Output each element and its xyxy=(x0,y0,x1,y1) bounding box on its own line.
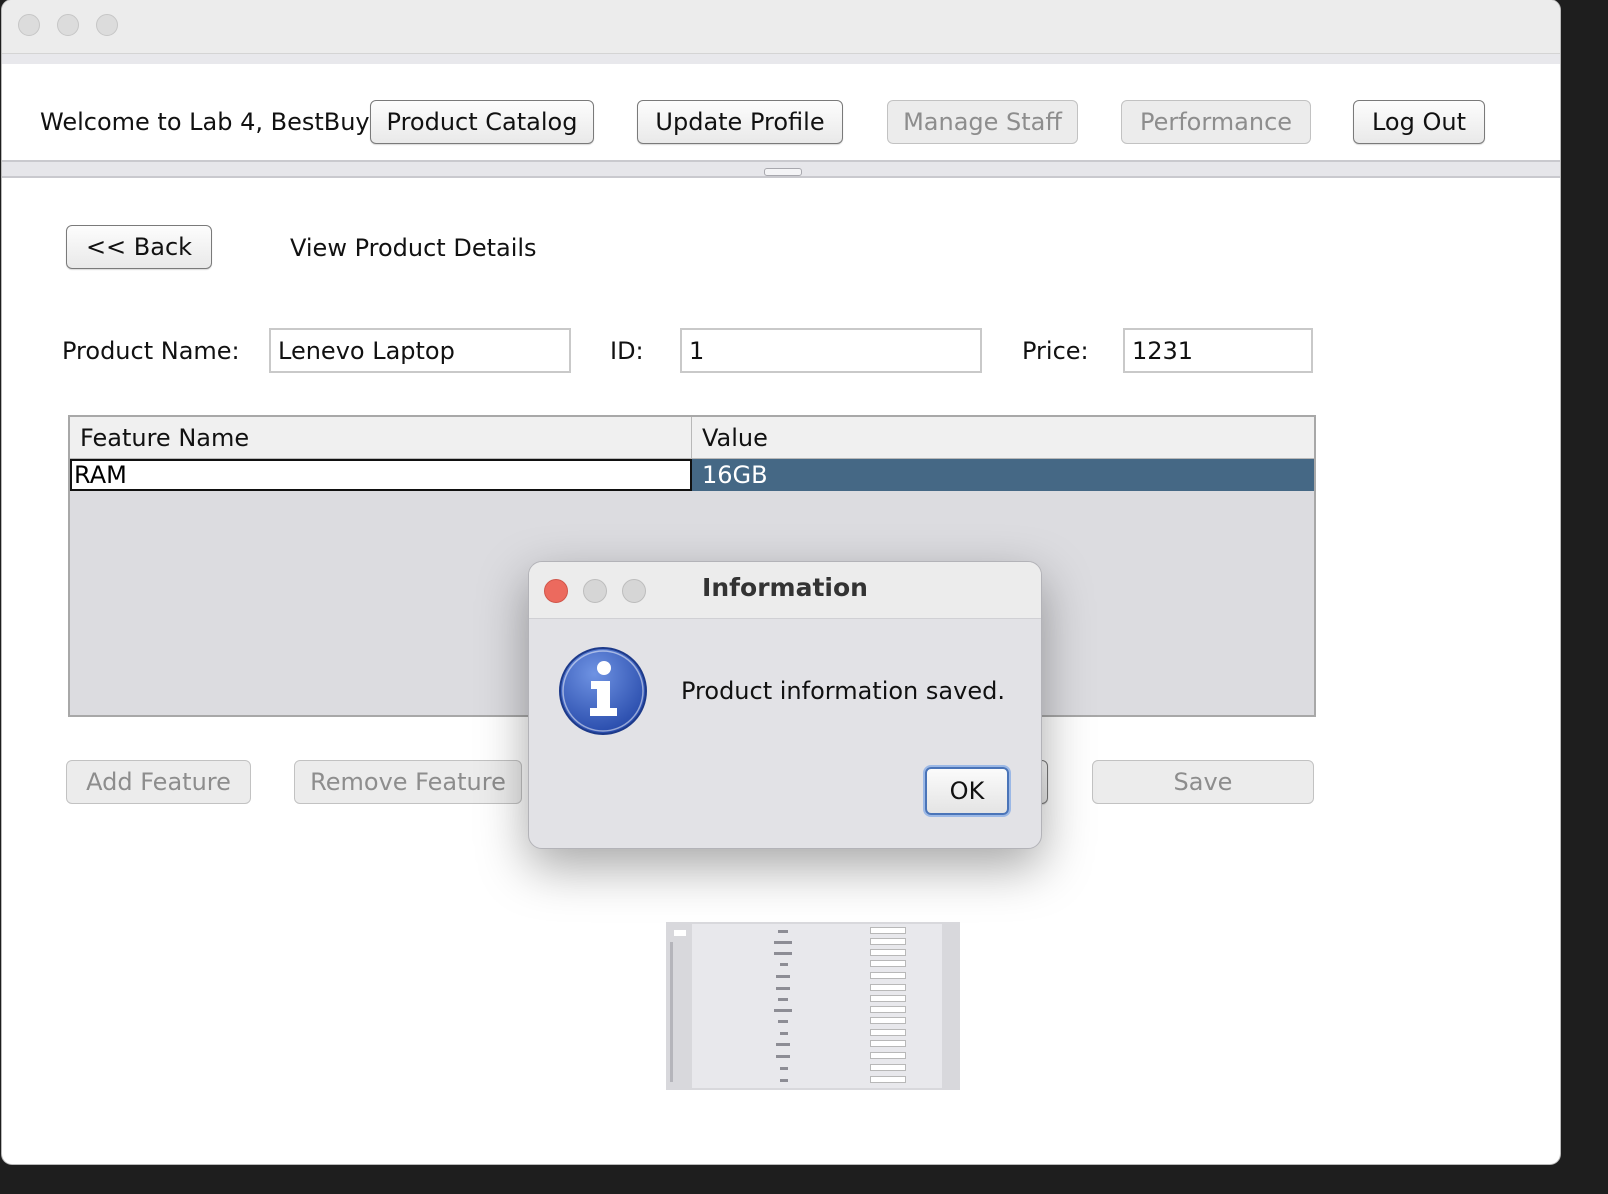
manage-staff-button[interactable]: Manage Staff xyxy=(887,100,1078,144)
welcome-label: Welcome to Lab 4, BestBuy xyxy=(40,108,370,136)
divider-grip[interactable] xyxy=(764,168,802,176)
close-window-button[interactable] xyxy=(18,14,40,36)
info-icon xyxy=(557,645,649,737)
back-button[interactable]: << Back xyxy=(66,225,212,269)
app-window: Welcome to Lab 4, BestBuy Product Catalo… xyxy=(2,0,1560,1164)
feature-name-cell[interactable]: RAM xyxy=(70,459,692,491)
product-catalog-button[interactable]: Product Catalog xyxy=(370,100,594,144)
column-header-feature-name[interactable]: Feature Name xyxy=(70,417,692,458)
window-titlebar xyxy=(2,0,1560,54)
id-label: ID: xyxy=(610,337,644,365)
update-profile-button[interactable]: Update Profile xyxy=(637,100,843,144)
value-cell[interactable]: 16GB xyxy=(692,459,1314,491)
information-dialog: Information Product information saved. O… xyxy=(528,561,1042,849)
minimize-window-button[interactable] xyxy=(57,14,79,36)
performance-button[interactable]: Performance xyxy=(1121,100,1311,144)
product-name-label: Product Name: xyxy=(62,337,240,365)
add-feature-button[interactable]: Add Feature xyxy=(66,760,251,804)
split-pane-divider[interactable] xyxy=(2,160,1560,178)
price-label: Price: xyxy=(1022,337,1089,365)
table-row[interactable]: RAM 16GB xyxy=(70,459,1314,491)
dialog-title: Information xyxy=(702,573,868,602)
ok-button[interactable]: OK xyxy=(925,767,1009,815)
preview-thumbnail xyxy=(666,922,960,1090)
top-navigation-panel: Welcome to Lab 4, BestBuy Product Catalo… xyxy=(2,64,1560,160)
remove-feature-button[interactable]: Remove Feature xyxy=(294,760,522,804)
log-out-button[interactable]: Log Out xyxy=(1353,100,1485,144)
dialog-message: Product information saved. xyxy=(681,677,1005,705)
product-name-field[interactable]: Lenevo Laptop xyxy=(269,328,571,373)
page-title: View Product Details xyxy=(290,234,537,262)
title-strip xyxy=(2,54,1560,64)
price-field[interactable]: 1231 xyxy=(1123,328,1313,373)
dialog-titlebar: Information xyxy=(529,562,1041,619)
zoom-window-button[interactable] xyxy=(96,14,118,36)
save-button[interactable]: Save xyxy=(1092,760,1314,804)
id-field[interactable]: 1 xyxy=(680,328,982,373)
table-header: Feature Name Value xyxy=(70,417,1314,459)
column-header-value[interactable]: Value xyxy=(692,417,1314,458)
